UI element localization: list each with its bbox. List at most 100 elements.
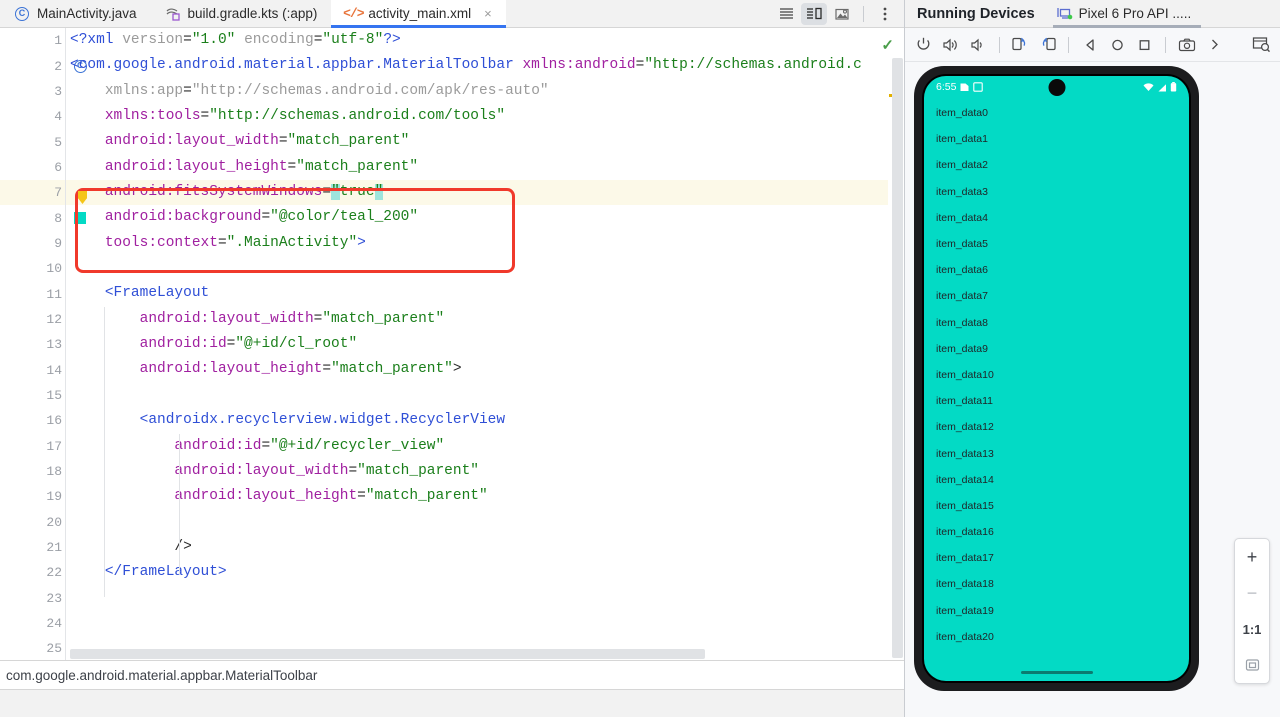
power-button-icon[interactable] bbox=[911, 32, 936, 58]
gutter-line[interactable]: 3 bbox=[0, 79, 66, 104]
gutter-line[interactable]: 7 bbox=[0, 180, 66, 206]
close-icon[interactable]: × bbox=[484, 6, 492, 21]
screenshot-icon[interactable] bbox=[1174, 32, 1199, 58]
code-text-area[interactable]: <?xml version="1.0" encoding="utf-8"?> <c… bbox=[66, 28, 888, 660]
gutter-line[interactable]: 2C bbox=[0, 53, 87, 78]
gutter-line[interactable]: 5 bbox=[0, 129, 66, 154]
list-item[interactable]: item_data9 bbox=[924, 336, 1189, 362]
design-preview-icon[interactable] bbox=[829, 3, 855, 25]
zoom-out-button[interactable]: − bbox=[1235, 575, 1269, 611]
gutter-line[interactable]: 9 bbox=[0, 231, 66, 256]
gutter-line[interactable]: 4 bbox=[0, 104, 66, 129]
list-item[interactable]: item_data19 bbox=[924, 598, 1189, 624]
gutter-line[interactable]: 24 bbox=[0, 611, 66, 636]
list-item[interactable]: item_data11 bbox=[924, 388, 1189, 414]
gutter-line[interactable]: 15 bbox=[0, 383, 66, 408]
code-line[interactable] bbox=[66, 383, 888, 408]
list-item[interactable]: item_data12 bbox=[924, 414, 1189, 440]
list-item[interactable]: item_data1 bbox=[924, 126, 1189, 152]
gutter-line[interactable]: 8 bbox=[0, 205, 86, 230]
code-line[interactable]: </FrameLayout> bbox=[66, 560, 888, 585]
list-item[interactable]: item_data15 bbox=[924, 493, 1189, 519]
code-line[interactable]: /> bbox=[66, 535, 888, 560]
code-line[interactable] bbox=[66, 611, 888, 636]
code-line[interactable]: android:layout_height="match_parent" bbox=[66, 484, 888, 509]
inspection-scrollbar[interactable]: ✓ bbox=[881, 28, 904, 660]
gutter-line[interactable]: 17 bbox=[0, 434, 66, 459]
gutter-line[interactable]: 1 bbox=[0, 28, 66, 53]
gutter-line[interactable]: 21 bbox=[0, 535, 66, 560]
list-item[interactable]: item_data20 bbox=[924, 624, 1189, 650]
list-item[interactable]: item_data18 bbox=[924, 571, 1189, 597]
gutter-line[interactable]: 14 bbox=[0, 357, 66, 382]
gutter-line[interactable]: 13 bbox=[0, 332, 66, 357]
code-line[interactable]: android:id="@+id/cl_root" bbox=[66, 332, 888, 357]
horizontal-scrollbar[interactable] bbox=[70, 649, 844, 659]
gutter-line[interactable]: 11 bbox=[0, 281, 66, 306]
list-item[interactable]: item_data17 bbox=[924, 545, 1189, 571]
list-item[interactable]: item_data16 bbox=[924, 519, 1189, 545]
rotate-left-icon[interactable] bbox=[1008, 32, 1033, 58]
list-item[interactable]: item_data10 bbox=[924, 362, 1189, 388]
code-line[interactable]: <com.google.android.material.appbar.Mate… bbox=[66, 53, 888, 78]
gutter-line[interactable]: 12 bbox=[0, 307, 66, 332]
gutter-line[interactable]: 20 bbox=[0, 510, 66, 535]
volume-down-icon[interactable] bbox=[966, 32, 991, 58]
code-line[interactable]: android:layout_width="match_parent" bbox=[66, 459, 888, 484]
code-line[interactable]: android:fitsSystemWindows="true" bbox=[66, 180, 888, 206]
tab-mainactivity-java[interactable]: C MainActivity.java bbox=[0, 0, 151, 27]
list-item[interactable]: item_data5 bbox=[924, 231, 1189, 257]
code-line[interactable]: android:layout_height="match_parent"> bbox=[66, 357, 888, 382]
code-line[interactable] bbox=[66, 510, 888, 535]
list-view-icon[interactable] bbox=[773, 3, 799, 25]
inspection-ok-icon[interactable]: ✓ bbox=[881, 36, 894, 54]
code-line[interactable]: xmlns:app="http://schemas.android.com/ap… bbox=[66, 79, 888, 104]
list-item[interactable]: item_data2 bbox=[924, 152, 1189, 178]
gutter-line[interactable]: 25 bbox=[0, 636, 66, 660]
layout-inspector-icon[interactable] bbox=[1249, 32, 1274, 58]
zoom-fit-button[interactable] bbox=[1235, 647, 1269, 683]
rotate-right-icon[interactable] bbox=[1035, 32, 1060, 58]
tab-activity-main-xml[interactable]: </> activity_main.xml × bbox=[331, 0, 507, 28]
gutter-line[interactable]: 23 bbox=[0, 586, 66, 611]
more-options-icon[interactable] bbox=[872, 3, 898, 25]
device-screen[interactable]: 6:55 item_data0 item_data1 item_data2 it… bbox=[924, 76, 1189, 681]
code-line[interactable]: android:layout_width="match_parent" bbox=[66, 129, 888, 154]
list-item[interactable]: item_data0 bbox=[924, 100, 1189, 126]
more-actions-chevron-icon[interactable] bbox=[1201, 32, 1226, 58]
list-item[interactable]: item_data3 bbox=[924, 179, 1189, 205]
code-line[interactable]: android:layout_height="match_parent" bbox=[66, 155, 888, 180]
gutter-line[interactable]: 18 bbox=[0, 459, 66, 484]
vertical-scrollbar-thumb[interactable] bbox=[892, 58, 903, 658]
code-line[interactable]: <androidx.recyclerview.widget.RecyclerVi… bbox=[66, 408, 888, 433]
code-editor[interactable]: 1 2 C 3 4 5 6 7 8 9 10 11 12 13 14 15 16 17 18 19 20 21 22 23 24… bbox=[0, 28, 904, 660]
code-line[interactable] bbox=[66, 586, 888, 611]
code-line[interactable]: <?xml version="1.0" encoding="utf-8"?> bbox=[66, 28, 888, 53]
gutter-line[interactable]: 22 bbox=[0, 560, 66, 585]
code-line[interactable]: xmlns:tools="http://schemas.android.com/… bbox=[66, 104, 888, 129]
zoom-in-button[interactable]: + bbox=[1235, 539, 1269, 575]
list-item[interactable]: item_data4 bbox=[924, 205, 1189, 231]
list-item[interactable]: item_data6 bbox=[924, 257, 1189, 283]
gutter-line[interactable]: 10 bbox=[0, 256, 66, 281]
code-line[interactable]: tools:context=".MainActivity"> bbox=[66, 231, 888, 256]
list-item[interactable]: item_data7 bbox=[924, 283, 1189, 309]
code-line[interactable]: <FrameLayout bbox=[66, 281, 888, 306]
back-button-icon[interactable] bbox=[1077, 32, 1102, 58]
list-item[interactable]: item_data8 bbox=[924, 310, 1189, 336]
tab-build-gradle-kts[interactable]: build.gradle.kts (:app) bbox=[151, 0, 332, 27]
list-item[interactable]: item_data13 bbox=[924, 440, 1189, 466]
zoom-actual-size-button[interactable]: 1:1 bbox=[1235, 611, 1269, 647]
code-line[interactable]: android:background="@color/teal_200" bbox=[66, 205, 888, 230]
device-tab-pixel-6-pro[interactable]: Pixel 6 Pro API ..... bbox=[1047, 0, 1202, 28]
line-number-gutter[interactable]: 1 2 C 3 4 5 6 7 8 9 10 11 12 13 14 15 16 17 18 19 20 21 22 23 24… bbox=[0, 28, 87, 660]
list-item[interactable]: item_data14 bbox=[924, 467, 1189, 493]
gutter-line[interactable]: 6 bbox=[0, 155, 66, 180]
code-line[interactable]: android:id="@+id/recycler_view" bbox=[66, 434, 888, 459]
horizontal-scrollbar-thumb[interactable] bbox=[70, 649, 705, 659]
gutter-line[interactable]: 19 bbox=[0, 484, 66, 509]
code-line[interactable]: android:layout_width="match_parent" bbox=[66, 307, 888, 332]
gutter-line[interactable]: 16 bbox=[0, 408, 66, 433]
volume-up-icon[interactable] bbox=[938, 32, 963, 58]
code-line[interactable] bbox=[66, 256, 888, 281]
